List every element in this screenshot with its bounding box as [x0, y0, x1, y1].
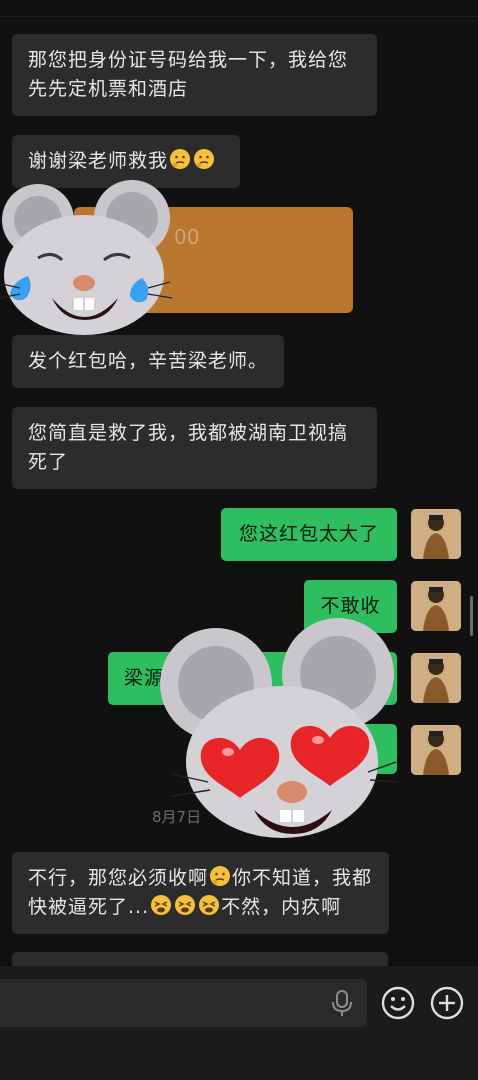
received-message[interactable]: 发个红包哈，辛苦梁老师。 — [12, 335, 284, 388]
received-message[interactable]: 那您把身份证号码给我一下，我给您先先定机票和酒店 — [12, 34, 377, 116]
user-avatar[interactable] — [411, 653, 461, 703]
thinking-face-emoji — [170, 149, 191, 169]
message-text: 那您把身份证号码给我一下，我给您先先定机票和酒店 — [28, 49, 349, 100]
plus-icon[interactable] — [430, 986, 464, 1020]
heart-eyes-mouse-sticker — [160, 618, 398, 838]
message-text: 您这红包太大了 — [238, 523, 379, 545]
user-avatar[interactable] — [411, 581, 461, 631]
microphone-icon[interactable] — [330, 988, 354, 1018]
message-input[interactable] — [0, 979, 367, 1027]
received-message[interactable]: 不行，那您必须收啊 你不知道，我都快被逼死了... 不然，内疚啊 — [12, 852, 389, 934]
thinking-face-emoji — [194, 149, 215, 169]
user-avatar[interactable] — [411, 509, 461, 559]
tired-face-emoji — [151, 895, 172, 915]
tired-face-emoji — [175, 895, 196, 915]
user-avatar[interactable] — [411, 725, 461, 775]
message-text: 发个红包哈，辛苦梁老师。 — [28, 350, 269, 372]
crying-mouse-sticker — [0, 180, 173, 335]
message-text: 谢谢梁老师救我 — [28, 150, 169, 172]
sent-message[interactable]: 您这红包太大了 — [221, 508, 397, 561]
header-divider — [0, 16, 478, 17]
message-text: 不行，那您必须收啊 — [28, 867, 209, 889]
tired-face-emoji — [199, 895, 220, 915]
received-message[interactable]: 您简直是救了我，我都被湖南卫视搞死了 — [12, 407, 377, 489]
message-text: 不然，内疚啊 — [221, 896, 342, 918]
thinking-face-emoji — [210, 866, 231, 886]
emoji-icon[interactable] — [381, 986, 415, 1020]
scrollbar[interactable] — [470, 596, 473, 636]
message-text: 您简直是救了我，我都被湖南卫视搞死了 — [28, 422, 349, 473]
